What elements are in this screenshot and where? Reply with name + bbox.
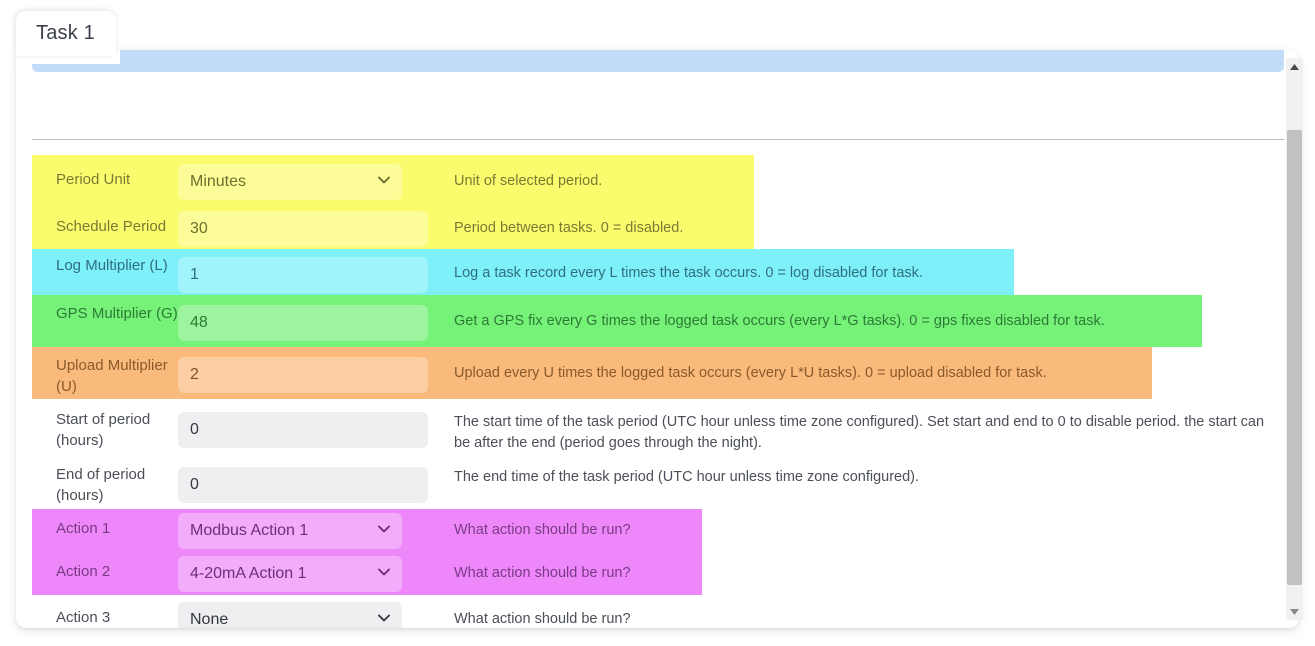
select-action-1[interactable]: Modbus Action 1 xyxy=(178,513,402,549)
label-action-2: Action 2 xyxy=(16,552,178,582)
card-content: Period Unit Minutes Unit of selected perio… xyxy=(16,50,1299,628)
form-row-schedule-period: Schedule Period 30 Period between tasks. 0… xyxy=(16,202,1299,249)
help-action-2: What action should be run? xyxy=(428,552,1299,584)
input-end-of-period[interactable]: 0 xyxy=(178,467,428,503)
help-period-unit: Unit of selected period. xyxy=(428,155,1299,192)
label-log-multiplier: Log Multiplier (L) xyxy=(16,249,178,276)
label-upload-multiplier: Upload Multiplier (U) xyxy=(16,347,178,397)
help-log-multiplier: Log a task record every L times the task… xyxy=(428,249,1299,284)
form-row-end-of-period: End of period (hours) 0 The end time of th… xyxy=(16,454,1299,509)
triangle-up-icon[interactable] xyxy=(1286,58,1303,75)
chevron-down-icon xyxy=(378,525,390,537)
label-period-unit: Period Unit xyxy=(16,155,178,190)
form-row-period-unit: Period Unit Minutes Unit of selected perio… xyxy=(16,155,1299,202)
input-schedule-period[interactable]: 30 xyxy=(178,211,428,247)
section-divider xyxy=(32,139,1284,140)
label-end-of-period: End of period (hours) xyxy=(16,454,178,506)
form-row-action-3: Action 3 None What action should be run? xyxy=(16,595,1299,628)
input-gps-multiplier-value: 48 xyxy=(190,314,208,332)
label-action-1: Action 1 xyxy=(16,509,178,539)
chevron-down-icon xyxy=(378,614,390,626)
select-action-3[interactable]: None xyxy=(178,602,402,628)
select-action-3-value: None xyxy=(190,611,228,628)
input-start-of-period[interactable]: 0 xyxy=(178,412,428,448)
help-schedule-period: Period between tasks. 0 = disabled. xyxy=(428,202,1299,239)
app-root: Task 1 Period Unit Minutes Unit of selecte… xyxy=(0,0,1315,646)
label-start-of-period: Start of period (hours) xyxy=(16,399,178,451)
input-schedule-period-value: 30 xyxy=(190,220,208,238)
label-action-3: Action 3 xyxy=(16,595,178,628)
form-row-upload-multiplier: Upload Multiplier (U) 2 Upload every U tim… xyxy=(16,347,1299,399)
triangle-down-icon[interactable] xyxy=(1286,603,1303,620)
select-action-1-value: Modbus Action 1 xyxy=(190,522,308,540)
select-period-unit-value: Minutes xyxy=(190,173,246,191)
help-start-of-period: The start time of the task period (UTC h… xyxy=(428,399,1299,454)
form-row-start-of-period: Start of period (hours) 0 The start time o… xyxy=(16,399,1299,454)
help-action-1: What action should be run? xyxy=(428,509,1299,541)
tab-task-1-label: Task 1 xyxy=(36,22,95,45)
label-schedule-period: Schedule Period xyxy=(16,202,178,237)
select-action-2-value: 4-20mA Action 1 xyxy=(190,565,307,583)
form-row-action-1: Action 1 Modbus Action 1 What action shoul… xyxy=(16,509,1299,552)
task-settings-card: Period Unit Minutes Unit of selected perio… xyxy=(16,50,1299,628)
task-settings-form: Period Unit Minutes Unit of selected perio… xyxy=(16,155,1299,628)
vertical-scrollbar[interactable] xyxy=(1286,58,1303,620)
scrolled-highlight-strip xyxy=(32,50,1284,72)
help-upload-multiplier: Upload every U times the logged task occ… xyxy=(428,347,1299,384)
form-row-action-2: Action 2 4-20mA Action 1 What action shoul… xyxy=(16,552,1299,595)
help-action-3: What action should be run? xyxy=(428,595,1299,628)
scrollbar-thumb[interactable] xyxy=(1287,130,1302,585)
form-row-gps-multiplier: GPS Multiplier (G) 48 Get a GPS fix every … xyxy=(16,295,1299,347)
input-upload-multiplier-value: 2 xyxy=(190,366,199,384)
help-end-of-period: The end time of the task period (UTC hou… xyxy=(428,454,1299,488)
input-gps-multiplier[interactable]: 48 xyxy=(178,305,428,341)
label-gps-multiplier: GPS Multiplier (G) xyxy=(16,295,178,324)
help-gps-multiplier: Get a GPS fix every G times the logged t… xyxy=(428,295,1299,332)
input-log-multiplier[interactable]: 1 xyxy=(178,257,428,293)
input-start-of-period-value: 0 xyxy=(190,421,199,439)
input-end-of-period-value: 0 xyxy=(190,476,199,494)
input-upload-multiplier[interactable]: 2 xyxy=(178,357,428,393)
select-period-unit[interactable]: Minutes xyxy=(178,164,402,200)
select-action-2[interactable]: 4-20mA Action 1 xyxy=(178,556,402,592)
chevron-down-icon xyxy=(378,568,390,580)
chevron-down-icon xyxy=(378,176,390,188)
input-log-multiplier-value: 1 xyxy=(190,266,199,284)
tab-task-1[interactable]: Task 1 xyxy=(16,11,116,56)
form-row-log-multiplier: Log Multiplier (L) 1 Log a task record eve… xyxy=(16,249,1299,295)
